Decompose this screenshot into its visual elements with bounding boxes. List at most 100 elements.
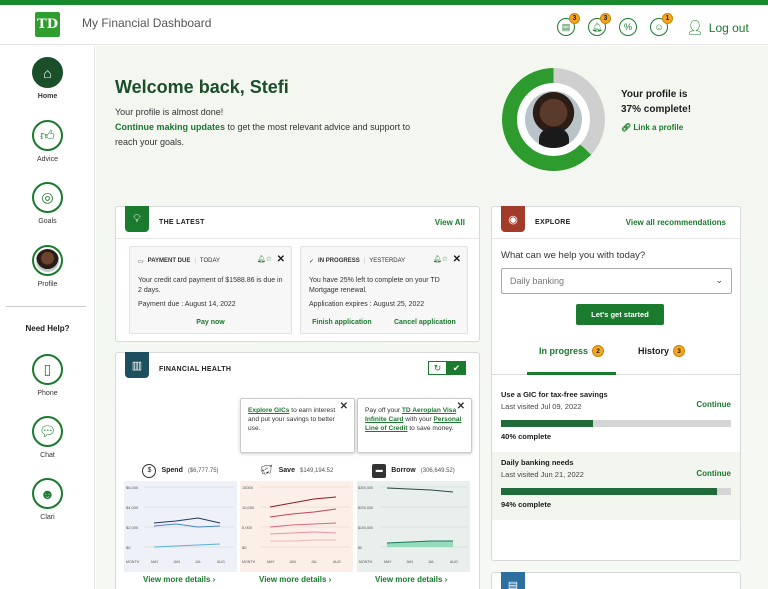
statement-icon[interactable]: ▤ 3 [557,13,580,36]
help-item-phone[interactable]: ▯ Phone [0,354,95,397]
profile-avatar [32,245,63,276]
sidebar-item-goals[interactable]: ◎ Goals [0,182,95,225]
card-icon: ▭ [138,258,144,265]
offers-icon[interactable]: % [619,18,637,36]
chart-background [357,481,470,572]
borrow-chart[interactable]: $300,000 $200,000 $100,000 $0 MONTH MAY JU… [357,481,470,572]
chart-background [124,481,237,572]
tab-in-progress[interactable]: In progress 2 [539,345,605,357]
sidebar-item-label: Goals [38,218,57,225]
health-toggle[interactable]: ↻ ✔ [428,361,466,375]
logout-button[interactable]: 👤︎ Log out [686,19,749,36]
item-status: IN PROGRESS [318,258,360,264]
save-column: 🐖︎ Save $149,194.52 15000 10,000 5,000 $0 … [240,460,353,572]
welcome-line1: Your profile is almost done! [115,107,224,117]
bell-icon[interactable]: 🔔︎ 3 [588,13,611,36]
td-logo[interactable]: TD [35,12,60,37]
chart-background [240,481,353,572]
item-status: PAYMENT DUE [147,258,191,264]
thumbs-up-icon: 👍︎ [32,120,63,151]
tab-bar [492,341,740,375]
profile-photo [525,91,582,148]
y-tick: $200,000 [358,506,373,510]
close-icon[interactable]: ✕ [457,402,465,412]
tab-history[interactable]: History 3 [638,345,686,357]
view-more-details-link[interactable]: View more details › [259,575,331,584]
explore-gics-link[interactable]: Explore GICs [248,407,289,414]
tip-text: Pay off your [365,407,402,414]
gic-tip: ✕ Explore GICs to earn interest and put … [240,398,355,453]
close-icon[interactable]: ✕ [277,254,285,265]
chevron-down-icon: ⌄ [715,275,723,285]
save-chart[interactable]: 15000 10,000 5,000 $0 MONTH MAY JUN JUL AUG [240,481,353,572]
y-tick: $0 [126,545,131,550]
bot-icon: ☻ [32,478,63,509]
pay-now-link[interactable]: Pay now [196,319,224,326]
tab-label: History [638,346,670,356]
help-item-clari[interactable]: ☻ Clari [0,478,95,521]
bell-star-icon[interactable]: 🔔︎☆ [257,255,272,263]
sidebar-item-home[interactable]: ⌂ Home [0,57,95,100]
link-profile-label: Link a profile [633,123,684,132]
payoff-tip: ✕ Pay off your TD Aeroplan Visa Infinite… [357,398,472,453]
finish-application-link[interactable]: Finish application [312,319,372,326]
view-more-details-link[interactable]: View more details › [375,575,447,584]
refresh-icon[interactable]: ↻ [428,361,447,375]
borrow-label: Borrow [391,467,416,474]
spend-column: $ Spend ($6,777.75) $6,000 $4,000 $2,000 $… [124,460,237,572]
save-label: Save [278,467,295,474]
bell-star-icon[interactable]: 🔔︎☆ [433,255,448,263]
sidebar-divider [6,306,86,307]
welcome-title: Welcome back, Stefi [115,77,289,97]
health-title: FINANCIAL HEALTH [159,366,232,373]
phone-icon: ▯ [32,354,63,385]
notification-badge: 3 [600,13,611,24]
view-more-details-link[interactable]: View more details › [143,575,215,584]
sidebar-item-advice[interactable]: 👍︎ Advice [0,120,95,163]
need-help-heading: Need Help? [25,324,70,333]
continue-link[interactable]: Continue [696,400,731,409]
spend-amount: ($6,777.75) [187,467,219,474]
sidebar-item-label: Advice [36,156,58,163]
latest-card: 💡︎ THE LATEST View All ▭ PAYMENT DUE | TODA… [115,206,480,342]
profile-complete-line2: 37% complete! [621,104,692,115]
continue-link[interactable]: Continue [696,469,731,478]
check-circle-icon: ✓ [309,258,315,265]
explore-card: ◉ EXPLORE View all recommendations What … [491,206,741,561]
help-topic-select[interactable]: Daily banking ⌄ [501,268,732,294]
view-all-recommendations-link[interactable]: View all recommendations [626,218,726,227]
y-tick: $4,000 [126,505,139,510]
notification-badge: 3 [569,13,580,24]
help-item-chat[interactable]: 💬︎ Chat [0,416,95,459]
item-text: You have 25% left to complete on your TD… [309,277,440,294]
link-profile-link[interactable]: 🔗︎ Link a profile [621,123,683,132]
save-amount: $149,194.52 [299,467,334,474]
x-tick: JUL [428,560,434,564]
y-tick: 10,000 [242,505,255,510]
cancel-application-link[interactable]: Cancel application [394,319,456,326]
progress-fill [501,488,718,495]
x-tick: JUL [195,560,201,564]
lightbulb-icon: 💡︎ [125,206,149,232]
top-header: TD My Financial Dashboard ▤ 3 🔔︎ 3 % ☺ 1 👤︎… [0,5,768,45]
check-icon[interactable]: ✔ [447,361,466,375]
x-tick: JUL [311,560,317,564]
piggy-bank-icon: 🐖︎ [260,465,273,476]
item-text: Your credit card payment of $1588.86 is … [138,277,283,294]
continue-updates-link[interactable]: Continue making updates [115,122,225,132]
goals-card-partial: ▤ [491,572,741,589]
close-icon[interactable]: ✕ [453,254,461,265]
explore-title: EXPLORE [535,219,571,226]
sidebar: ⌂ Home 👍︎ Advice ◎ Goals Profile Need He… [0,46,95,589]
spend-chart[interactable]: $6,000 $4,000 $2,000 $0 MONTH MAY JUN JUL AU… [124,481,237,572]
spend-label: Spend [161,467,183,474]
get-started-button[interactable]: Let's get started [576,304,664,325]
close-icon[interactable]: ✕ [340,402,348,412]
view-all-link[interactable]: View All [435,218,465,227]
sidebar-item-profile[interactable]: Profile [0,245,95,288]
sidebar-item-label: Profile [37,281,58,288]
goals-icon[interactable]: ☺ 1 [650,13,673,36]
y-tick: $6,000 [126,485,139,490]
latest-item: ✓ IN PROGRESS | YESTERDAY 🔔︎☆ ✕ You have 25… [300,246,468,334]
latest-item: ▭ PAYMENT DUE | TODAY 🔔︎☆ ✕ Your credit car… [129,246,292,334]
